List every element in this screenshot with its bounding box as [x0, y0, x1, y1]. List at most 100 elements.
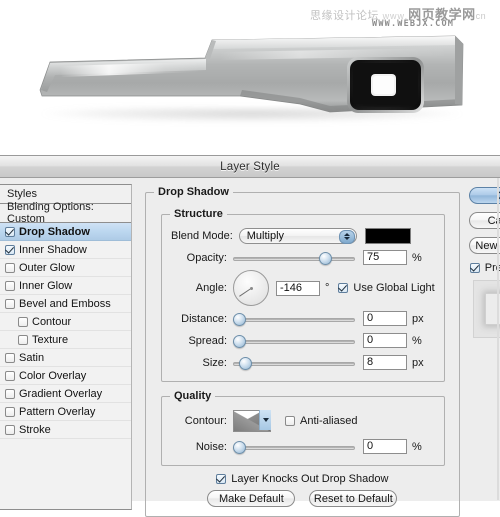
checkbox-color-overlay[interactable]: [5, 370, 15, 381]
style-label: Pattern Overlay: [19, 405, 96, 418]
style-row-drop-shadow[interactable]: Drop Shadow: [0, 223, 131, 241]
noise-input[interactable]: 0: [363, 439, 407, 454]
contour-row: Contour: Anti-aliased: [171, 408, 435, 434]
distance-input[interactable]: 0: [363, 311, 407, 326]
watermark-forum: 思缘设计论坛: [310, 10, 379, 22]
angle-unit: °: [325, 282, 330, 294]
style-row-stroke[interactable]: Stroke: [0, 421, 131, 439]
checkbox-drop-shadow[interactable]: [5, 226, 15, 237]
screenshot-root: 思缘设计论坛 www.网页教学网cn WWW.WEBJX.COM Layer S…: [0, 0, 500, 517]
style-label: Gradient Overlay: [19, 387, 103, 400]
spread-input[interactable]: 0: [363, 333, 407, 348]
slider-track: [233, 256, 355, 261]
style-row-pattern-overlay[interactable]: Pattern Overlay: [0, 403, 131, 421]
slider-knob[interactable]: [233, 334, 246, 348]
style-row-gradient-overlay[interactable]: Gradient Overlay: [0, 385, 131, 403]
cancel-button[interactable]: Cancel: [468, 212, 500, 229]
style-label: Color Overlay: [19, 369, 87, 382]
slider-track: [233, 339, 355, 344]
opacity-row: Opacity: 75 %: [171, 248, 435, 267]
slider-knob[interactable]: [233, 440, 246, 454]
make-default-button[interactable]: Make Default: [207, 490, 296, 507]
checkbox-bevel-and-emboss[interactable]: [5, 298, 15, 309]
checkbox-use-global-light[interactable]: [338, 283, 349, 293]
use-global-light-row[interactable]: Use Global Light: [338, 282, 435, 294]
blend-mode-select[interactable]: Multiply: [238, 227, 357, 244]
distance-slider[interactable]: [233, 312, 355, 326]
chevron-down-icon[interactable]: [259, 410, 271, 430]
style-row-bevel-and-emboss[interactable]: Bevel and Emboss: [0, 295, 131, 313]
style-row-contour[interactable]: Contour: [0, 313, 131, 331]
style-label: Stroke: [19, 423, 51, 436]
checkbox-pattern-overlay[interactable]: [5, 406, 15, 417]
style-row-satin[interactable]: Satin: [0, 349, 131, 367]
checkbox-anti-aliased[interactable]: [285, 416, 295, 426]
reset-to-default-button[interactable]: Reset to Default: [309, 490, 398, 507]
size-slider[interactable]: [233, 356, 355, 370]
dialog-actions: OK Cancel New Style... Preview: [466, 178, 500, 500]
angle-dial[interactable]: [233, 270, 269, 306]
shadow-color-swatch[interactable]: [364, 227, 411, 244]
style-label: Texture: [32, 333, 69, 346]
settings-panel: Drop Shadow Structure Blend Mode: Multip…: [138, 178, 466, 517]
styles-box: Styles Blending Options: Custom Drop Sha…: [0, 184, 132, 510]
preview-row[interactable]: Preview: [469, 262, 500, 274]
checkbox-preview[interactable]: [469, 263, 480, 273]
knocks-out-row[interactable]: Layer Knocks Out Drop Shadow: [155, 473, 450, 485]
style-row-outer-glow[interactable]: Outer Glow: [0, 259, 131, 277]
contour-preview[interactable]: [233, 410, 271, 432]
opacity-input[interactable]: 75: [363, 250, 407, 265]
blending-options-row[interactable]: Blending Options: Custom: [0, 201, 131, 225]
ok-button[interactable]: OK: [468, 187, 500, 204]
checkbox-contour[interactable]: [18, 316, 28, 327]
styles-column: Styles Blending Options: Custom Drop Sha…: [0, 178, 138, 510]
anti-aliased-label: Anti-aliased: [300, 415, 358, 427]
quality-group-label: Quality: [170, 390, 216, 402]
anti-aliased-row[interactable]: Anti-aliased: [285, 415, 357, 427]
style-row-inner-shadow[interactable]: Inner Shadow: [0, 241, 131, 259]
style-row-inner-glow[interactable]: Inner Glow: [0, 277, 131, 295]
structure-group-label: Structure: [170, 208, 227, 220]
style-label: Inner Shadow: [19, 243, 87, 256]
checkbox-gradient-overlay[interactable]: [5, 388, 15, 399]
checkbox-satin[interactable]: [5, 352, 15, 363]
checkbox-inner-glow[interactable]: [5, 280, 15, 291]
spread-slider[interactable]: [233, 334, 355, 348]
drop-shadow-group: Drop Shadow Structure Blend Mode: Multip…: [145, 186, 460, 517]
checkbox-layer-knocks-out[interactable]: [216, 474, 227, 484]
default-buttons-row: Make Default Reset to Default: [155, 490, 450, 507]
dialog-right-edge: [497, 178, 499, 500]
photo-area: 思缘设计论坛 www.网页教学网cn WWW.WEBJX.COM: [0, 0, 500, 155]
style-label: Bevel and Emboss: [19, 297, 111, 310]
style-effect-list: Drop Shadow Inner Shadow Outer Glow Inne…: [0, 223, 131, 509]
size-input[interactable]: 8: [363, 355, 407, 370]
dialog-body: Styles Blending Options: Custom Drop Sha…: [0, 178, 500, 517]
angle-row: Angle: -146 ° Use Global Light: [171, 270, 435, 306]
opacity-unit: %: [412, 251, 422, 264]
size-label: Size:: [202, 356, 227, 369]
slider-knob[interactable]: [233, 312, 246, 326]
checkbox-outer-glow[interactable]: [5, 262, 15, 273]
style-row-texture[interactable]: Texture: [0, 331, 131, 349]
noise-slider[interactable]: [233, 440, 355, 454]
angle-dial-center: [249, 286, 253, 290]
slider-knob[interactable]: [319, 251, 332, 265]
size-unit: px: [412, 356, 424, 369]
slider-track: [233, 317, 355, 322]
slider-track: [233, 445, 355, 450]
checkbox-inner-shadow[interactable]: [5, 244, 15, 255]
new-style-button[interactable]: New Style...: [468, 237, 500, 254]
slider-knob[interactable]: [239, 356, 252, 370]
angle-input[interactable]: -146: [276, 280, 320, 296]
style-list-filler: [0, 439, 131, 509]
blending-options-label: Blending Options: Custom: [7, 201, 94, 225]
style-label: Satin: [19, 351, 45, 364]
checkbox-texture[interactable]: [18, 334, 28, 345]
checkbox-stroke[interactable]: [5, 424, 15, 435]
style-row-color-overlay[interactable]: Color Overlay: [0, 367, 131, 385]
dialog-titlebar[interactable]: Layer Style: [0, 156, 500, 178]
distance-row: Distance: 0 px: [171, 309, 435, 328]
chevron-updown-icon[interactable]: [338, 229, 355, 244]
opacity-slider[interactable]: [233, 251, 355, 265]
noise-row: Noise: 0 %: [171, 437, 435, 456]
